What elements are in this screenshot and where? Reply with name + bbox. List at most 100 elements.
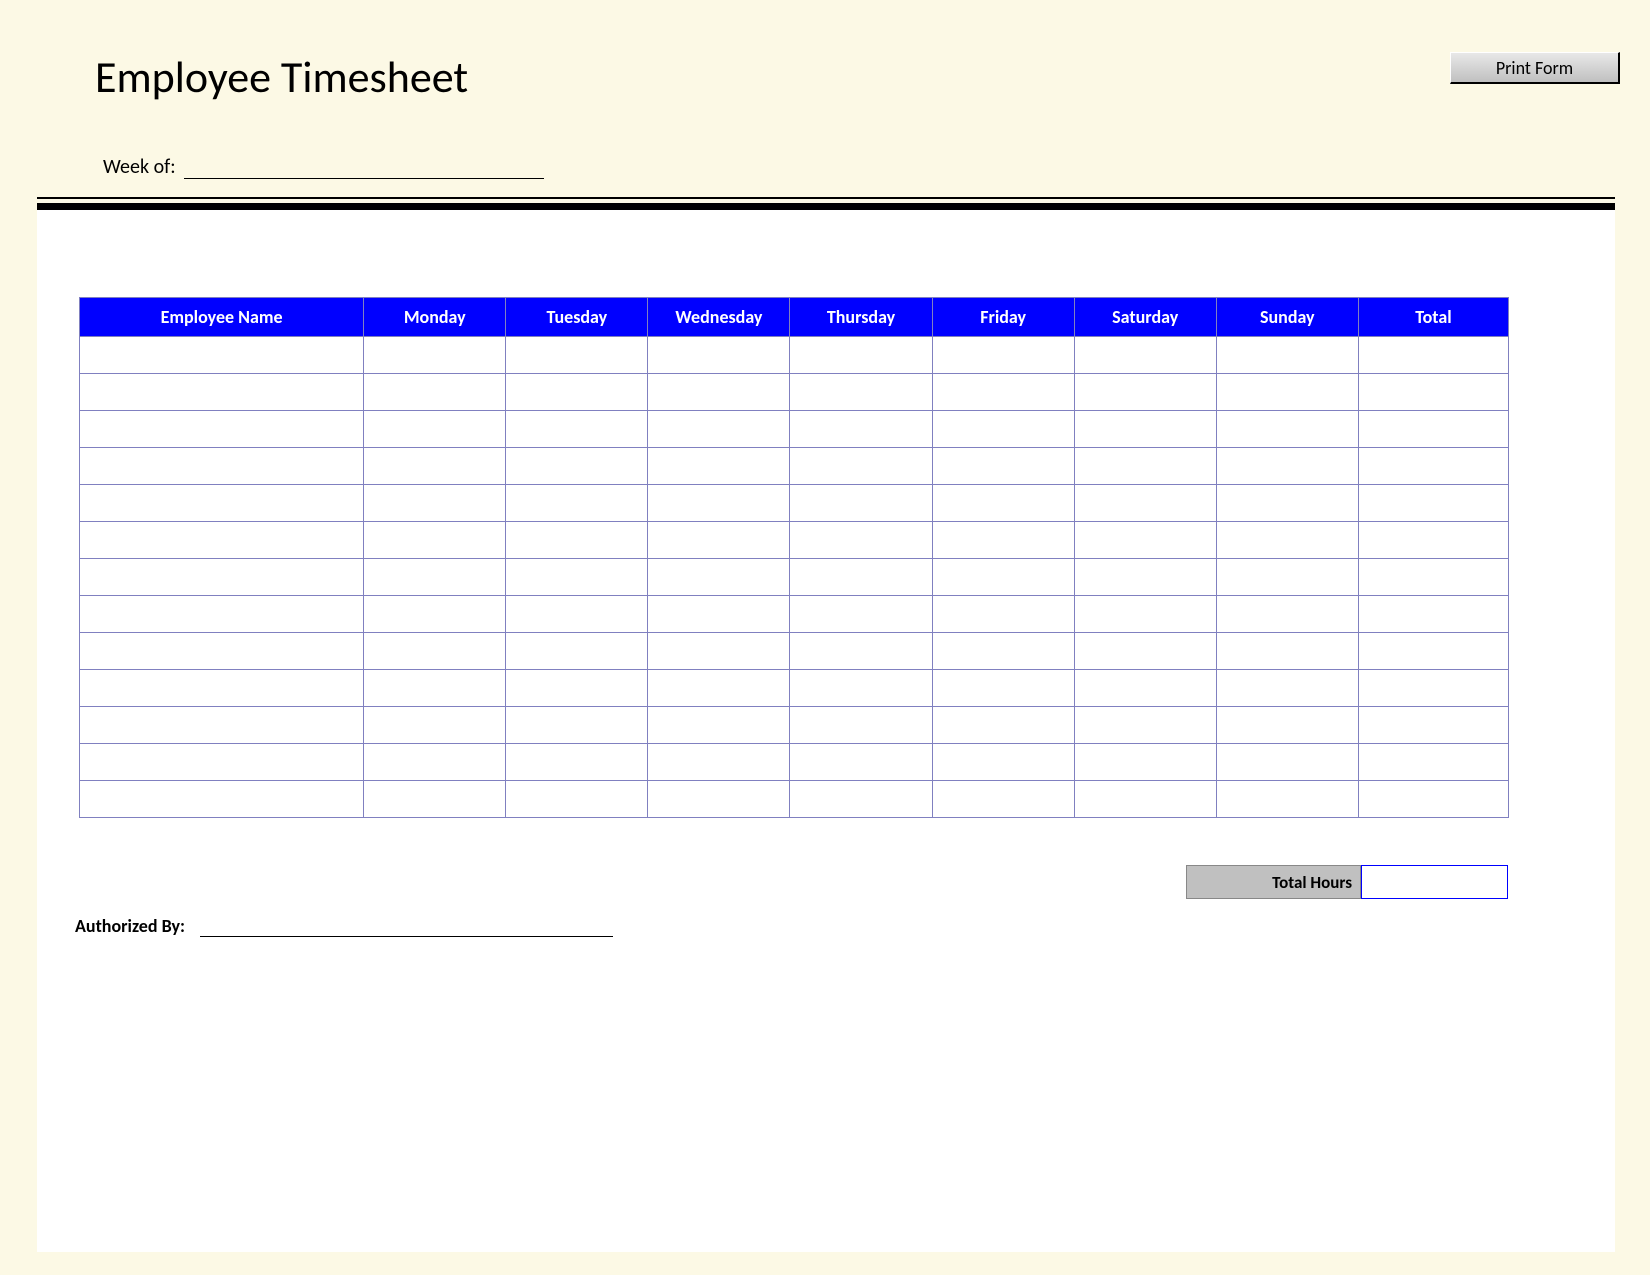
table-cell[interactable]: [932, 670, 1074, 707]
table-cell[interactable]: [932, 559, 1074, 596]
table-cell[interactable]: [790, 781, 932, 818]
table-cell[interactable]: [932, 781, 1074, 818]
table-cell[interactable]: [932, 485, 1074, 522]
print-form-button[interactable]: Print Form: [1450, 52, 1620, 84]
table-cell[interactable]: [932, 448, 1074, 485]
table-cell[interactable]: [1358, 485, 1508, 522]
table-cell[interactable]: [1216, 633, 1358, 670]
table-cell[interactable]: [1074, 707, 1216, 744]
table-cell[interactable]: [506, 596, 648, 633]
table-cell[interactable]: [80, 411, 364, 448]
table-cell[interactable]: [364, 374, 506, 411]
table-cell[interactable]: [1074, 485, 1216, 522]
table-cell[interactable]: [648, 744, 790, 781]
table-cell[interactable]: [1216, 781, 1358, 818]
table-cell[interactable]: [506, 670, 648, 707]
table-cell[interactable]: [1358, 411, 1508, 448]
table-cell[interactable]: [1216, 337, 1358, 374]
table-cell[interactable]: [790, 707, 932, 744]
table-cell[interactable]: [506, 337, 648, 374]
table-cell[interactable]: [1074, 448, 1216, 485]
table-cell[interactable]: [932, 744, 1074, 781]
table-cell[interactable]: [364, 522, 506, 559]
table-cell[interactable]: [1074, 596, 1216, 633]
table-cell[interactable]: [506, 448, 648, 485]
table-cell[interactable]: [80, 448, 364, 485]
table-cell[interactable]: [506, 411, 648, 448]
table-cell[interactable]: [506, 374, 648, 411]
table-cell[interactable]: [648, 781, 790, 818]
table-cell[interactable]: [1216, 485, 1358, 522]
table-cell[interactable]: [80, 596, 364, 633]
table-cell[interactable]: [790, 670, 932, 707]
table-cell[interactable]: [364, 448, 506, 485]
table-cell[interactable]: [506, 633, 648, 670]
table-cell[interactable]: [648, 522, 790, 559]
table-cell[interactable]: [80, 559, 364, 596]
table-cell[interactable]: [932, 633, 1074, 670]
table-cell[interactable]: [1358, 522, 1508, 559]
table-cell[interactable]: [1074, 670, 1216, 707]
table-cell[interactable]: [790, 522, 932, 559]
table-cell[interactable]: [1358, 707, 1508, 744]
table-cell[interactable]: [648, 633, 790, 670]
table-cell[interactable]: [506, 707, 648, 744]
table-cell[interactable]: [80, 522, 364, 559]
table-cell[interactable]: [1216, 596, 1358, 633]
table-cell[interactable]: [364, 670, 506, 707]
table-cell[interactable]: [506, 485, 648, 522]
table-cell[interactable]: [1358, 781, 1508, 818]
table-cell[interactable]: [364, 337, 506, 374]
table-cell[interactable]: [1358, 374, 1508, 411]
table-cell[interactable]: [1074, 744, 1216, 781]
table-cell[interactable]: [1074, 374, 1216, 411]
table-cell[interactable]: [648, 559, 790, 596]
table-cell[interactable]: [790, 559, 932, 596]
table-cell[interactable]: [80, 744, 364, 781]
table-cell[interactable]: [932, 411, 1074, 448]
table-cell[interactable]: [80, 337, 364, 374]
table-cell[interactable]: [364, 485, 506, 522]
table-cell[interactable]: [1074, 559, 1216, 596]
table-cell[interactable]: [364, 781, 506, 818]
table-cell[interactable]: [364, 411, 506, 448]
table-cell[interactable]: [790, 633, 932, 670]
table-cell[interactable]: [1216, 522, 1358, 559]
week-of-input[interactable]: [184, 152, 544, 179]
table-cell[interactable]: [648, 485, 790, 522]
table-cell[interactable]: [1074, 337, 1216, 374]
table-cell[interactable]: [932, 522, 1074, 559]
table-cell[interactable]: [1358, 633, 1508, 670]
table-cell[interactable]: [364, 707, 506, 744]
table-cell[interactable]: [364, 596, 506, 633]
table-cell[interactable]: [790, 744, 932, 781]
table-cell[interactable]: [1216, 411, 1358, 448]
table-cell[interactable]: [1216, 559, 1358, 596]
table-cell[interactable]: [1074, 411, 1216, 448]
table-cell[interactable]: [1216, 670, 1358, 707]
table-cell[interactable]: [790, 485, 932, 522]
table-cell[interactable]: [1074, 633, 1216, 670]
table-cell[interactable]: [1358, 337, 1508, 374]
table-cell[interactable]: [80, 707, 364, 744]
table-cell[interactable]: [80, 633, 364, 670]
table-cell[interactable]: [80, 781, 364, 818]
table-cell[interactable]: [1358, 559, 1508, 596]
table-cell[interactable]: [1216, 707, 1358, 744]
table-cell[interactable]: [648, 411, 790, 448]
table-cell[interactable]: [790, 448, 932, 485]
table-cell[interactable]: [1216, 744, 1358, 781]
table-cell[interactable]: [1358, 670, 1508, 707]
table-cell[interactable]: [1216, 374, 1358, 411]
table-cell[interactable]: [80, 485, 364, 522]
table-cell[interactable]: [932, 374, 1074, 411]
table-cell[interactable]: [506, 559, 648, 596]
table-cell[interactable]: [648, 707, 790, 744]
table-cell[interactable]: [506, 744, 648, 781]
table-cell[interactable]: [1358, 448, 1508, 485]
table-cell[interactable]: [648, 670, 790, 707]
table-cell[interactable]: [1216, 448, 1358, 485]
table-cell[interactable]: [932, 707, 1074, 744]
table-cell[interactable]: [790, 374, 932, 411]
table-cell[interactable]: [648, 337, 790, 374]
